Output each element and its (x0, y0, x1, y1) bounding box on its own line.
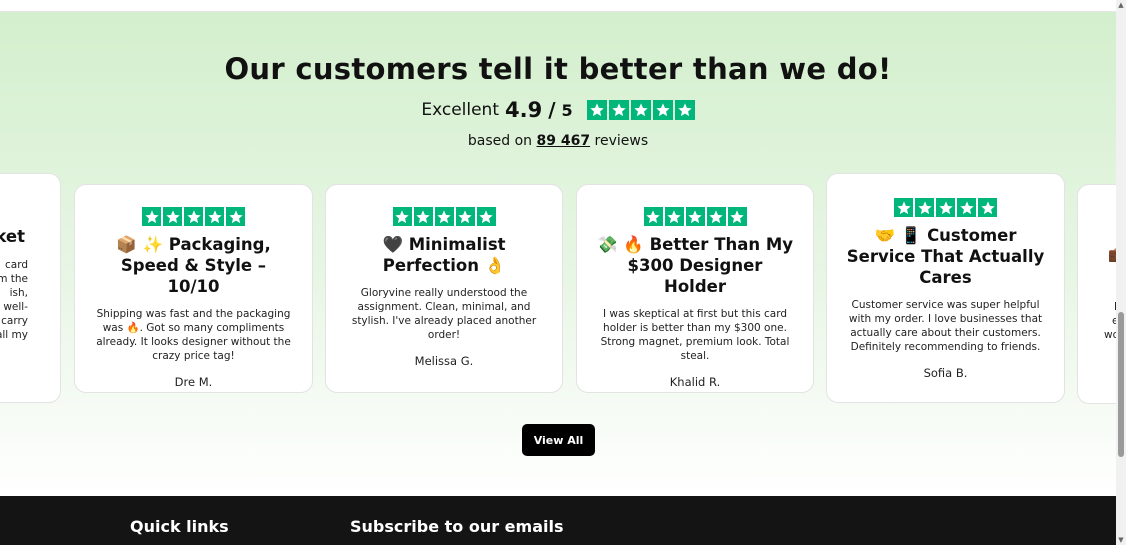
review-card[interactable]: 🖤 Minimalist Perfection 👌 Gloryvine real… (325, 184, 563, 393)
rating-stars (586, 100, 695, 120)
review-body: card m the ish, d well- o carry all my (0, 258, 28, 342)
scroll-thumb[interactable] (1118, 312, 1124, 457)
review-title: 💸 🔥 Better Than My $300 Designer Holder (597, 235, 793, 296)
rating-slash: / (548, 98, 556, 122)
review-stars (344, 207, 544, 226)
reviews-section: Our customers tell it better than we do!… (0, 12, 1116, 496)
review-title: ket (0, 227, 25, 246)
review-card[interactable]: 💸 🔥 Better Than My $300 Designer Holder … (576, 184, 814, 393)
review-title: 🖤 Minimalist Perfection 👌 (382, 235, 506, 275)
briefcase-icon: 💼 (1108, 247, 1116, 263)
review-count-line: based on 89 467 reviews (0, 133, 1116, 149)
star-icon (936, 198, 955, 217)
review-author: Dre M. (174, 375, 213, 389)
star-icon (706, 207, 726, 226)
star-icon (915, 198, 934, 217)
star-icon (685, 207, 705, 226)
star-icon (434, 207, 454, 226)
star-icon (664, 207, 684, 226)
view-all-button[interactable]: View All (522, 424, 595, 456)
review-stars (845, 198, 1046, 217)
star-icon (674, 100, 695, 120)
star-icon (957, 198, 976, 217)
review-count-link[interactable]: 89 467 (536, 133, 590, 149)
based-suffix: reviews (594, 133, 649, 149)
top-strip (0, 0, 1116, 12)
review-card-partial-right[interactable]: 💼 E e wo (1077, 184, 1116, 404)
scroll-up-icon[interactable]: ▲ (1117, 1, 1125, 9)
review-title: 📦 ✨ Packaging, Speed & Style – 10/10 (116, 235, 271, 296)
review-line: o carry (0, 315, 28, 327)
review-line: m the (0, 273, 28, 285)
page-scrollbar[interactable]: ▲ ▼ (1116, 0, 1126, 545)
review-body: I was skeptical at first but this card h… (600, 308, 790, 362)
quick-links-heading: Quick links (130, 517, 229, 536)
review-body: Customer service was super helpful with … (848, 299, 1043, 353)
star-icon (894, 198, 913, 217)
review-line: ish, (9, 287, 28, 299)
review-card[interactable]: 🤝 📱 Customer Service That Actually Cares… (826, 173, 1065, 403)
star-icon (392, 207, 412, 226)
star-icon (643, 207, 663, 226)
review-author: Khalid R. (669, 375, 721, 389)
review-author: Melissa G. (414, 354, 474, 368)
review-stars (93, 207, 294, 226)
section-heading: Our customers tell it better than we do! (224, 52, 892, 86)
star-icon (455, 207, 475, 226)
review-line: d well- (0, 301, 28, 313)
review-card-partial-left[interactable]: ket card m the ish, d well- o carry all … (0, 173, 61, 403)
review-body: Gloryvine really understood the assignme… (351, 287, 537, 341)
review-line: all my (0, 329, 28, 341)
rating-word: Excellent (421, 100, 499, 120)
review-title: 🤝 📱 Customer Service That Actually Cares (846, 226, 1045, 287)
star-icon (630, 100, 651, 120)
review-line: wo (1104, 329, 1116, 341)
star-icon (476, 207, 496, 226)
star-icon (978, 198, 997, 217)
review-line: card (4, 259, 28, 271)
based-prefix: based on (467, 133, 533, 149)
review-stars (595, 207, 795, 226)
star-icon (608, 100, 629, 120)
review-author: Sofia B. (923, 366, 968, 380)
rating-score: 4.9 (505, 98, 543, 122)
star-icon (413, 207, 433, 226)
review-card[interactable]: 📦 ✨ Packaging, Speed & Style – 10/10 Shi… (74, 184, 313, 393)
review-body: Shipping was fast and the packaging was … (96, 308, 291, 362)
star-icon (142, 207, 161, 226)
star-icon (586, 100, 607, 120)
rating-max: 5 (561, 100, 573, 120)
star-icon (184, 207, 203, 226)
star-icon (727, 207, 747, 226)
star-icon (205, 207, 224, 226)
star-icon (226, 207, 245, 226)
subscribe-heading: Subscribe to our emails (350, 517, 564, 536)
rating-summary: Excellent 4.9 / 5 (0, 98, 1116, 122)
star-icon (163, 207, 182, 226)
star-icon (652, 100, 673, 120)
scroll-down-icon[interactable]: ▼ (1117, 536, 1125, 544)
footer: Quick links Subscribe to our emails (0, 496, 1116, 545)
